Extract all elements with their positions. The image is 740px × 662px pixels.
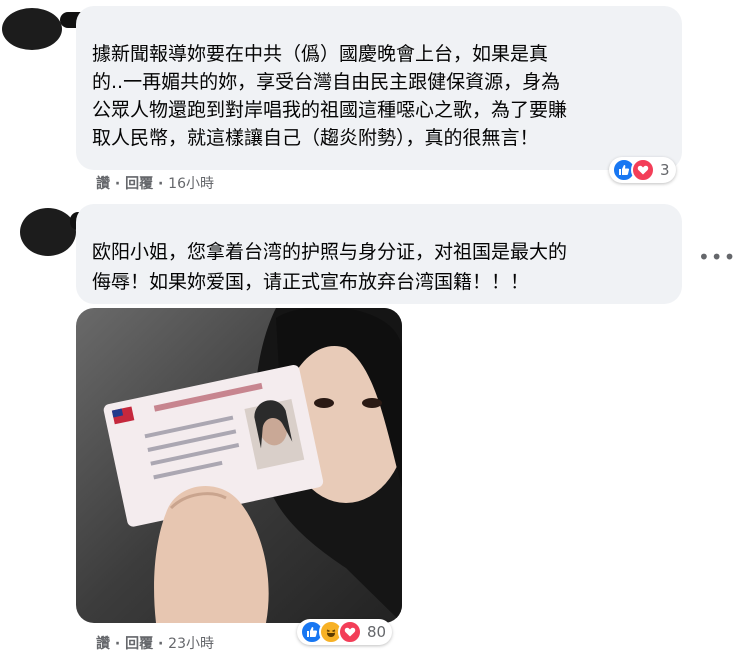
comment-photo[interactable] (76, 308, 402, 623)
like-action-link[interactable]: 讚 (96, 176, 110, 192)
comment-bubble: 據新聞報導妳要在中共（僞）國慶晚會上台，如果是真 的..一再媚共的妳，享受台灣自… (76, 6, 682, 170)
commenter-avatar[interactable] (2, 8, 62, 50)
separator: · (114, 176, 121, 192)
separator: · (157, 176, 164, 192)
reply-action-link[interactable]: 回覆 (125, 636, 153, 652)
comment-actions: 讚 · 回覆 · 16小時 (96, 173, 214, 193)
separator: · (114, 636, 121, 652)
separator: · (157, 636, 164, 652)
more-options-icon[interactable]: ••• (698, 245, 736, 269)
comment-text-line: 據新聞報導妳要在中共（僞）國慶晚會上台，如果是真 (92, 43, 549, 65)
comment-text-line: 公眾人物還跑到對岸唱我的祖國這種噁心之歌，為了要賺 (92, 99, 568, 121)
reply-action-link[interactable]: 回覆 (125, 176, 153, 192)
comment-actions: 讚 · 回覆 · 23小時 (96, 633, 214, 653)
commenter-avatar[interactable] (20, 208, 76, 256)
love-icon (631, 158, 655, 182)
love-icon (338, 620, 362, 644)
comment-text-line: 取人民幣，就這樣讓自己（趨炎附勢），真的很無言！ (92, 127, 539, 149)
reaction-count: 80 (367, 623, 387, 641)
comment-text-line: 欧阳小姐，您拿着台湾的护照与身分证，对祖国是最大的 (92, 241, 568, 263)
comment-text-line: 的..一再媚共的妳，享受台灣自由民主跟健保資源，身為 (92, 71, 561, 93)
like-action-link[interactable]: 讚 (96, 636, 110, 652)
comment-text-line: 侮辱！如果妳爱国，请正式宣布放弃台湾国籍！！！ (92, 271, 530, 293)
comment-timestamp-link[interactable]: 23小時 (168, 636, 214, 652)
comment-bubble: 欧阳小姐，您拿着台湾的护照与身分证，对祖国是最大的 侮辱！如果妳爱国，请正式宣布… (76, 204, 682, 304)
comment-photo-image (76, 308, 402, 623)
comment-timestamp-link[interactable]: 16小時 (168, 176, 214, 192)
reaction-summary[interactable]: 80 (297, 619, 393, 645)
reaction-count: 3 (660, 161, 670, 179)
reaction-summary[interactable]: 3 (609, 157, 676, 183)
